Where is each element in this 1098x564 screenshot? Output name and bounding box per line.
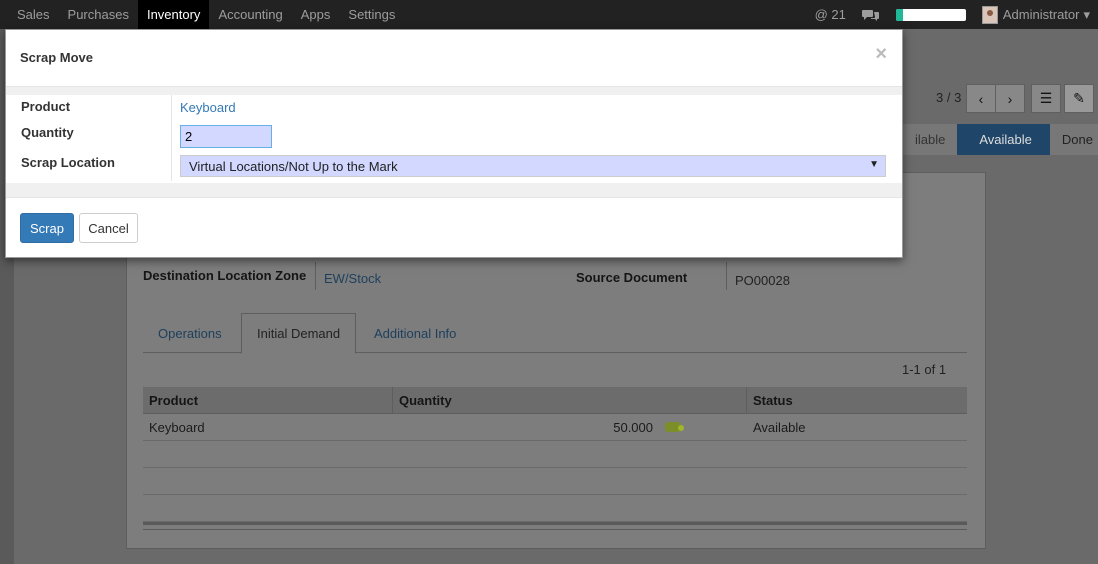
cancel-button[interactable]: Cancel: [79, 213, 138, 243]
scrap-move-dialog: Scrap Move × Product Keyboard Quantity S…: [5, 29, 903, 258]
menu-item-sales[interactable]: Sales: [8, 0, 59, 29]
dest-zone-label: Destination Location Zone: [143, 268, 307, 283]
field-separator: [171, 95, 172, 181]
truck-icon[interactable]: [665, 422, 684, 432]
scrap-location-select[interactable]: Virtual Locations/Not Up to the Mark ▼: [180, 155, 886, 177]
chat-bubbles-icon: [861, 9, 879, 21]
form-view-button[interactable]: ✎: [1064, 84, 1094, 113]
column-header-product[interactable]: Product: [143, 387, 393, 413]
list-view-button[interactable]: ☰: [1031, 84, 1061, 113]
source-document-label: Source Document: [576, 270, 688, 285]
product-link[interactable]: Keyboard: [180, 100, 236, 115]
dest-zone-link[interactable]: EW/Stock: [324, 271, 381, 286]
chat-button[interactable]: [854, 0, 888, 29]
tab-additional-info[interactable]: Additional Info: [359, 313, 471, 353]
caret-down-icon: ▾: [1083, 6, 1090, 22]
avatar: [981, 5, 998, 24]
cell-status: Available: [753, 419, 806, 435]
dialog-gap: [6, 87, 902, 95]
edit-icon: ✎: [1073, 90, 1085, 106]
moves-table: Product Quantity Status Keyboard 50.000 …: [143, 387, 967, 530]
close-icon[interactable]: ×: [875, 44, 887, 64]
table-row-empty: [143, 468, 967, 495]
list-icon: ☰: [1039, 90, 1053, 106]
table-header: Product Quantity Status: [143, 387, 967, 414]
status-step-done[interactable]: Done: [1049, 124, 1098, 155]
app-menu: Sales Purchases Inventory Accounting App…: [0, 0, 404, 29]
pager-next-button[interactable]: ›: [995, 84, 1025, 113]
chevron-right-icon: ›: [1007, 90, 1013, 107]
column-header-status[interactable]: Status: [747, 387, 967, 413]
quantity-input[interactable]: [180, 125, 272, 148]
source-document-value: PO00028: [735, 273, 790, 288]
record-pager: 3 / 3: [936, 90, 962, 105]
dialog-header: Scrap Move ×: [6, 30, 902, 87]
activity-progress: [888, 0, 974, 29]
field-separator: [315, 262, 316, 290]
table-row-empty: [143, 495, 967, 522]
chevron-left-icon: ‹: [978, 90, 984, 107]
quantity-value: 50.000: [613, 419, 653, 435]
dialog-title: Scrap Move: [20, 50, 93, 65]
dialog-footer: Scrap Cancel: [6, 198, 902, 258]
status-step-available[interactable]: Available: [957, 124, 1050, 155]
pager-previous-button[interactable]: ‹: [966, 84, 996, 113]
notebook-tabs: Operations Initial Demand Additional Inf…: [143, 313, 967, 354]
user-menu[interactable]: Administrator ▾: [974, 0, 1098, 29]
dropdown-arrow-icon: ▼: [869, 159, 879, 170]
product-label: Product: [21, 99, 71, 114]
tab-operations[interactable]: Operations: [143, 313, 237, 353]
progress-bar: [895, 8, 966, 21]
dialog-body: Product Keyboard Quantity Scrap Location…: [6, 95, 902, 183]
menu-item-inventory[interactable]: Inventory: [137, 0, 210, 29]
scrap-location-value: Virtual Locations/Not Up to the Mark: [189, 158, 398, 174]
table-footer: [143, 522, 967, 530]
table-row-empty: [143, 441, 967, 468]
column-header-quantity[interactable]: Quantity: [393, 387, 747, 413]
scrap-button[interactable]: Scrap: [20, 213, 74, 243]
systray: @ 21 Administrator ▾: [807, 0, 1098, 29]
cell-product: Keyboard: [149, 419, 205, 435]
menu-item-apps[interactable]: Apps: [292, 0, 340, 29]
scrap-location-label: Scrap Location: [21, 155, 115, 170]
mentions-counter[interactable]: @ 21: [807, 0, 854, 29]
progress-fill: [895, 8, 903, 21]
menu-item-settings[interactable]: Settings: [339, 0, 404, 29]
status-bar: ilable Available Done: [903, 124, 1098, 155]
dialog-gap: [6, 183, 902, 198]
record-count: 1-1 of 1: [902, 362, 947, 377]
menu-item-purchases[interactable]: Purchases: [59, 0, 138, 29]
user-name: Administrator: [1002, 7, 1080, 22]
field-separator: [726, 262, 727, 290]
quantity-label: Quantity: [21, 125, 74, 140]
top-navbar: Sales Purchases Inventory Accounting App…: [0, 0, 1098, 29]
cell-quantity: 50.000: [393, 414, 747, 440]
table-row[interactable]: Keyboard 50.000 Available: [143, 414, 967, 441]
tab-initial-demand[interactable]: Initial Demand: [241, 313, 357, 354]
menu-item-accounting[interactable]: Accounting: [209, 0, 291, 29]
status-step-previous[interactable]: ilable: [903, 124, 958, 155]
